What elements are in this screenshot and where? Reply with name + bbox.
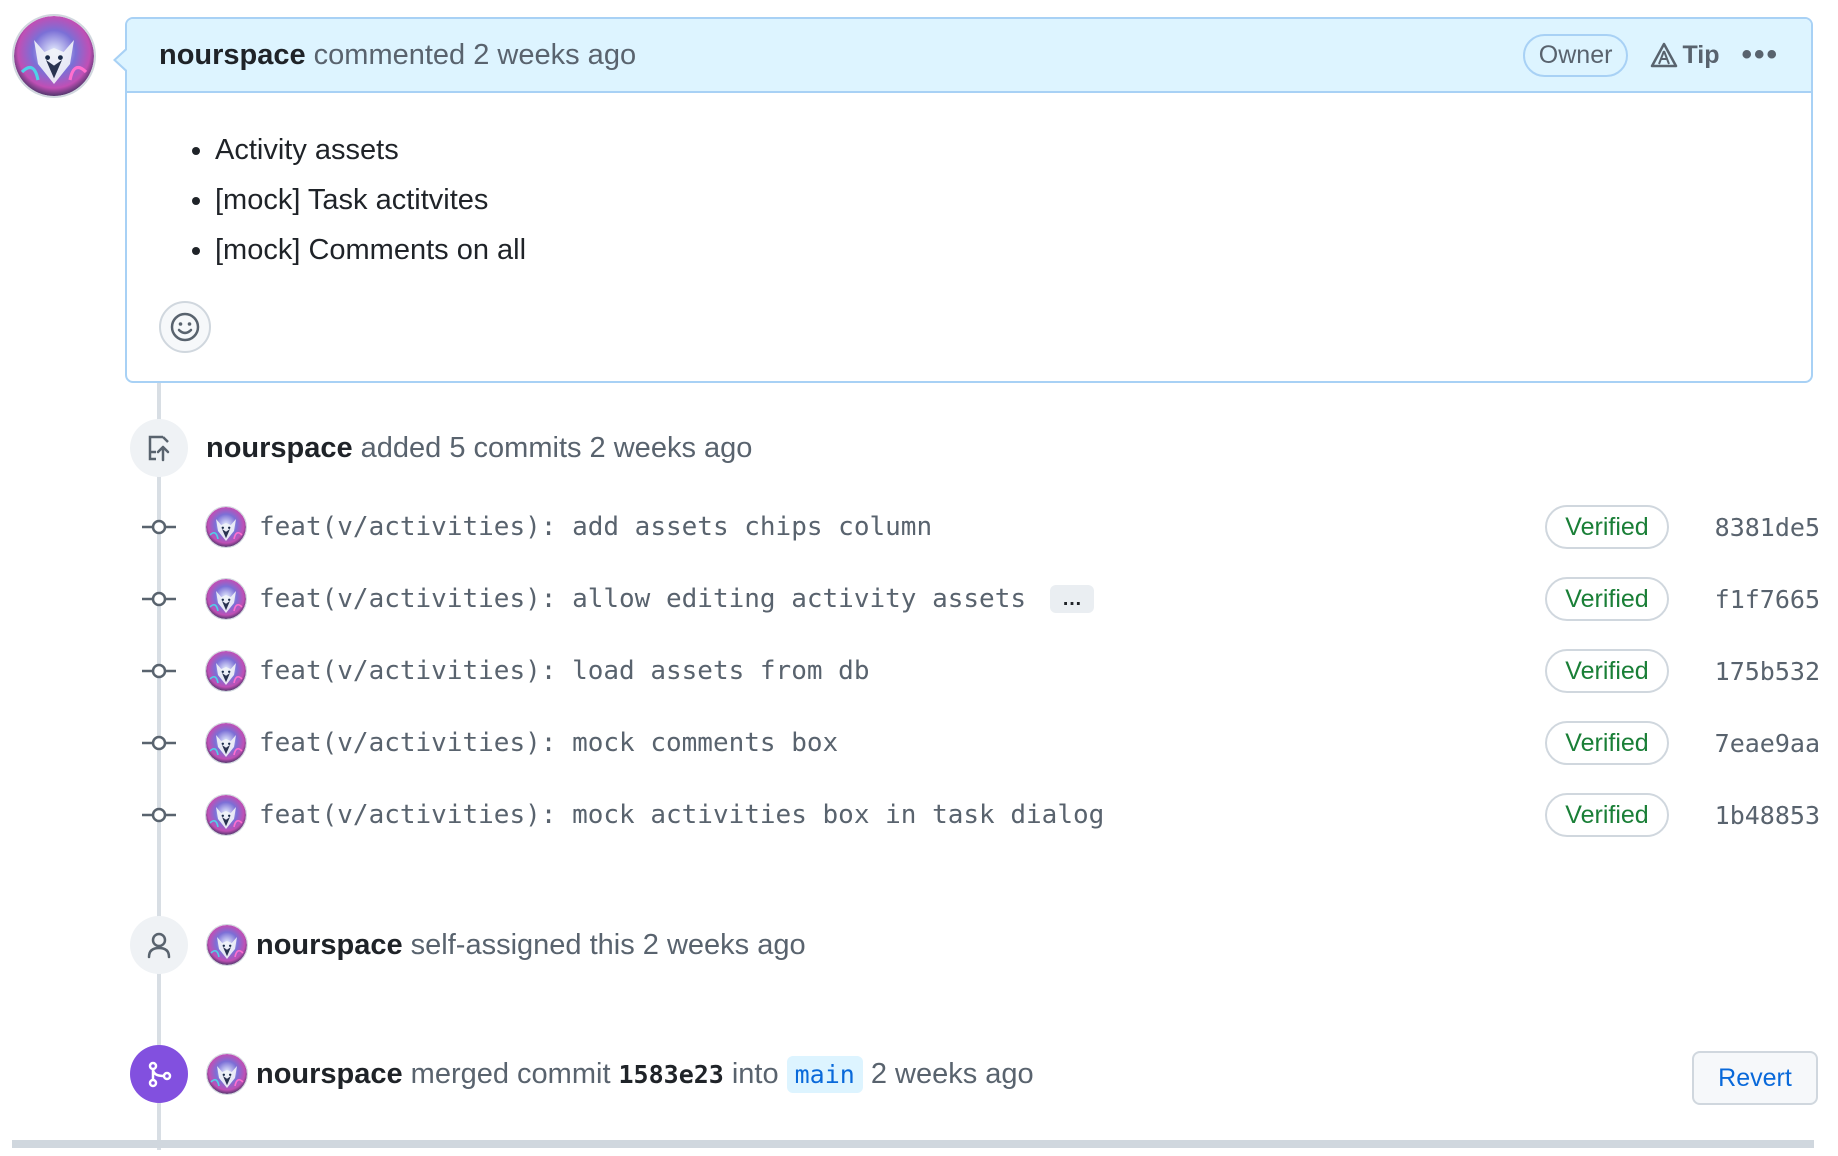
commit-row: feat(v/activities): allow editing activi… [140, 569, 1820, 629]
event-author[interactable]: nourspace [256, 1058, 403, 1091]
kebab-menu-icon[interactable]: ••• [1741, 38, 1779, 72]
commit-sha[interactable]: f1f7665 [1715, 585, 1820, 614]
commit-node-icon [140, 805, 178, 825]
revert-button[interactable]: Revert [1692, 1051, 1818, 1105]
tip-label: Tip [1682, 40, 1720, 69]
merge-timestamp[interactable]: 2 weeks ago [871, 1058, 1034, 1091]
merged-text: merged commit [410, 1057, 611, 1090]
avatar[interactable] [205, 578, 247, 620]
commit-message[interactable]: feat(v/activities): mock comments box [259, 728, 838, 758]
comment-body: Activity assets [mock] Task actitvites [… [127, 93, 1811, 275]
divider [12, 1140, 1814, 1148]
verified-badge[interactable]: Verified [1545, 649, 1669, 693]
comment-box: nourspace commented 2 weeks ago Owner Ti… [113, 17, 1813, 383]
branch-ref[interactable]: main [786, 1055, 863, 1093]
event-description: self-assigned this 2 weeks ago [410, 928, 806, 961]
verified-badge[interactable]: Verified [1545, 721, 1669, 765]
commit-sha[interactable]: 8381de5 [1715, 513, 1820, 542]
comment-author[interactable]: nourspace [159, 39, 306, 72]
tip-button[interactable]: Tip [1650, 41, 1719, 70]
avatar[interactable] [205, 794, 247, 836]
comment-header: nourspace commented 2 weeks ago Owner Ti… [127, 19, 1811, 93]
verified-badge[interactable]: Verified [1545, 505, 1669, 549]
commit-row: feat(v/activities): add assets chips col… [140, 497, 1820, 557]
verified-badge[interactable]: Verified [1545, 793, 1669, 837]
into-text: into [731, 1057, 779, 1090]
merge-commit-sha[interactable]: 1583e23 [619, 1060, 724, 1089]
commit-row: feat(v/activities): mock activities box … [140, 785, 1820, 845]
list-item: Activity assets [215, 125, 1811, 175]
commit-sha[interactable]: 7eae9aa [1715, 729, 1820, 758]
owner-badge: Owner [1522, 33, 1629, 77]
avatar[interactable] [205, 722, 247, 764]
avatar[interactable] [205, 650, 247, 692]
avatar[interactable] [206, 1053, 248, 1095]
commit-message[interactable]: feat(v/activities): mock activities box … [259, 800, 1104, 830]
commit-message[interactable]: feat(v/activities): add assets chips col… [259, 512, 932, 542]
event-author[interactable]: nourspace [256, 929, 403, 962]
avatar[interactable] [206, 924, 248, 966]
expand-commit-button[interactable]: … [1050, 585, 1095, 613]
event-description: added 5 commits 2 weeks ago [360, 431, 753, 464]
avatar[interactable] [12, 14, 96, 98]
commit-message[interactable]: feat(v/activities): load assets from db [259, 656, 869, 686]
commit-node-icon [140, 589, 178, 609]
comment-timestamp[interactable]: commented 2 weeks ago [314, 39, 636, 72]
commit-node-icon [140, 733, 178, 753]
commits-event-text: nourspace added 5 commits 2 weeks ago [206, 424, 752, 472]
event-author[interactable]: nourspace [206, 432, 353, 465]
commit-sha[interactable]: 175b532 [1715, 657, 1820, 686]
comment-list: Activity assets [mock] Task actitvites [… [215, 125, 1811, 275]
commit-message[interactable]: feat(v/activities): allow editing activi… [259, 584, 1026, 614]
alert-triangle-icon [1651, 42, 1678, 68]
verified-badge[interactable]: Verified [1545, 577, 1669, 621]
list-item: [mock] Comments on all [215, 225, 1811, 275]
assign-event-text: nourspace self-assigned this 2 weeks ago [206, 920, 806, 970]
commit-row: feat(v/activities): load assets from db … [140, 641, 1820, 701]
commit-sha[interactable]: 1b48853 [1715, 801, 1820, 830]
add-reaction-button[interactable] [159, 301, 211, 353]
smiley-icon [170, 312, 200, 342]
git-merge-icon [130, 1045, 188, 1103]
commit-node-icon [140, 661, 178, 681]
merge-event-text: nourspace merged commit 1583e23 into mai… [206, 1049, 1034, 1099]
avatar[interactable] [205, 506, 247, 548]
person-icon [130, 916, 188, 974]
commit-row: feat(v/activities): mock comments box Ve… [140, 713, 1820, 773]
list-item: [mock] Task actitvites [215, 175, 1811, 225]
commit-node-icon [140, 517, 178, 537]
push-icon [130, 419, 188, 477]
